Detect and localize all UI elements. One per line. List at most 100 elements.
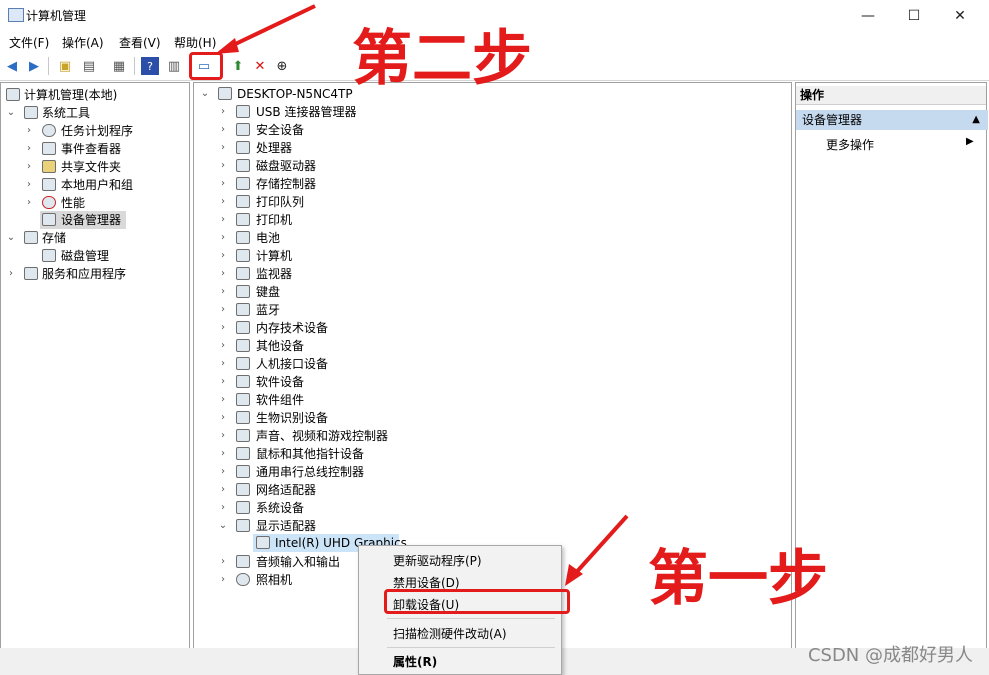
device-category-icon <box>236 447 250 460</box>
menu-action[interactable]: 操作(A) <box>62 34 104 51</box>
chevron-right-icon[interactable]: › <box>218 157 228 175</box>
chevron-right-icon[interactable]: › <box>218 121 228 139</box>
device-category[interactable]: › 生物识别设备 <box>218 409 478 427</box>
tree-item-computer-management[interactable]: 计算机管理(本地) <box>6 86 184 104</box>
chevron-right-icon[interactable]: › <box>218 139 228 157</box>
tree-item-shared-folders[interactable]: › 共享文件夹 <box>24 158 184 176</box>
device-category[interactable]: › 鼠标和其他指针设备 <box>218 445 478 463</box>
chevron-right-icon[interactable]: › <box>24 176 34 194</box>
chevron-right-icon[interactable]: › <box>218 301 228 319</box>
menu-view[interactable]: 查看(V) <box>119 34 161 51</box>
chevron-right-icon[interactable]: › <box>218 337 228 355</box>
device-category[interactable]: › 内存技术设备 <box>218 319 478 337</box>
ctx-properties[interactable]: 属性(R) <box>393 653 437 670</box>
device-category[interactable]: › 存储控制器 <box>218 175 478 193</box>
chevron-right-icon[interactable]: › <box>218 409 228 427</box>
chevron-right-icon[interactable]: › <box>218 463 228 481</box>
chevron-right-icon[interactable]: › <box>218 247 228 265</box>
chevron-right-icon[interactable]: › <box>218 373 228 391</box>
up-folder-icon[interactable]: ▣ <box>56 57 74 75</box>
minimize-button[interactable]: — <box>845 0 891 31</box>
chevron-right-icon[interactable]: › <box>218 265 228 283</box>
chevron-down-icon[interactable]: ⌄ <box>6 104 16 122</box>
action-pane-icon[interactable]: ▥ <box>165 57 183 75</box>
chevron-right-icon[interactable]: › <box>218 319 228 337</box>
forward-icon[interactable]: ▶ <box>25 57 43 75</box>
storage-icon <box>24 231 38 244</box>
chevron-down-icon[interactable]: ⌄ <box>200 85 210 103</box>
actions-header: 操作 <box>796 86 986 105</box>
chevron-right-icon[interactable]: › <box>218 355 228 373</box>
ctx-update-driver[interactable]: 更新驱动程序(P) <box>393 552 482 569</box>
chevron-right-icon[interactable]: › <box>24 158 34 176</box>
device-category[interactable]: › 通用串行总线控制器 <box>218 463 478 481</box>
device-category-icon <box>236 123 250 136</box>
tree-item-task-scheduler[interactable]: › 任务计划程序 <box>24 122 184 140</box>
device-category-icon <box>236 501 250 514</box>
chevron-right-icon[interactable]: › <box>218 391 228 409</box>
device-category[interactable]: › 系统设备 <box>218 499 478 517</box>
chevron-down-icon[interactable]: ⌄ <box>218 517 228 535</box>
tree-item-disk-management[interactable]: 磁盘管理 <box>42 247 182 265</box>
tree-item-local-users[interactable]: › 本地用户和组 <box>24 176 184 194</box>
tree-item-event-viewer[interactable]: › 事件查看器 <box>24 140 184 158</box>
ctx-scan-hardware[interactable]: 扫描检测硬件改动(A) <box>393 625 507 642</box>
collapse-icon[interactable]: ▲ <box>972 110 980 130</box>
device-category[interactable]: › 电池 <box>218 229 478 247</box>
device-category[interactable]: › 键盘 <box>218 283 478 301</box>
chevron-right-icon[interactable]: › <box>218 553 228 571</box>
properties-icon[interactable]: ▦ <box>110 57 128 75</box>
tree-item-services-apps[interactable]: › 服务和应用程序 <box>6 265 184 283</box>
device-category[interactable]: › 计算机 <box>218 247 478 265</box>
chevron-right-icon[interactable]: › <box>218 445 228 463</box>
chevron-right-icon[interactable]: › <box>218 427 228 445</box>
chevron-right-icon[interactable]: › <box>24 122 34 140</box>
toolbar-separator <box>48 57 49 75</box>
chevron-right-icon[interactable]: › <box>218 571 228 589</box>
device-category[interactable]: › 其他设备 <box>218 337 478 355</box>
chevron-right-icon[interactable]: › <box>218 229 228 247</box>
chevron-right-icon[interactable]: › <box>218 211 228 229</box>
device-category[interactable]: › 处理器 <box>218 139 478 157</box>
annotation-box-uninstall <box>384 589 570 614</box>
chevron-right-icon[interactable]: › <box>24 194 34 212</box>
device-category[interactable]: › 网络适配器 <box>218 481 478 499</box>
device-category[interactable]: ⌄ 显示适配器 <box>218 517 478 535</box>
help-icon[interactable]: ? <box>141 57 159 75</box>
device-category[interactable]: › 安全设备 <box>218 121 478 139</box>
device-category[interactable]: › 人机接口设备 <box>218 355 478 373</box>
submenu-arrow-icon: ▶ <box>966 136 974 147</box>
close-button[interactable]: ✕ <box>937 0 983 31</box>
device-category[interactable]: › 监视器 <box>218 265 478 283</box>
device-category-icon <box>236 465 250 478</box>
device-category-icon <box>236 339 250 352</box>
device-category[interactable]: › 磁盘驱动器 <box>218 157 478 175</box>
device-category[interactable]: › 软件设备 <box>218 373 478 391</box>
show-hide-tree-icon[interactable]: ▤ <box>80 57 98 75</box>
chevron-right-icon[interactable]: › <box>218 481 228 499</box>
tree-item-performance[interactable]: › 性能 <box>24 194 184 212</box>
chevron-right-icon[interactable]: › <box>218 499 228 517</box>
device-category[interactable]: › USB 连接器管理器 <box>218 103 478 121</box>
actions-section-device-manager[interactable]: 设备管理器 ▲ <box>796 110 988 130</box>
chevron-down-icon[interactable]: ⌄ <box>6 229 16 247</box>
more-actions[interactable]: 更多操作 <box>826 136 874 153</box>
device-category[interactable]: › 蓝牙 <box>218 301 478 319</box>
chevron-right-icon[interactable]: › <box>218 193 228 211</box>
device-category[interactable]: › 打印机 <box>218 211 478 229</box>
device-category[interactable]: › 打印队列 <box>218 193 478 211</box>
chevron-right-icon[interactable]: › <box>218 175 228 193</box>
chevron-right-icon[interactable]: › <box>218 283 228 301</box>
chevron-right-icon[interactable]: › <box>218 103 228 121</box>
chevron-right-icon[interactable]: › <box>6 265 16 283</box>
tree-item-system-tools[interactable]: ⌄ 系统工具 <box>6 104 184 122</box>
back-icon[interactable]: ◀ <box>3 57 21 75</box>
menu-file[interactable]: 文件(F) <box>9 34 49 51</box>
device-category[interactable]: › 声音、视频和游戏控制器 <box>218 427 478 445</box>
chevron-right-icon[interactable]: › <box>24 140 34 158</box>
maximize-button[interactable]: ☐ <box>891 0 937 31</box>
device-category[interactable]: › 软件组件 <box>218 391 478 409</box>
tree-item-device-manager[interactable]: 设备管理器 <box>40 211 126 229</box>
computer-icon <box>218 87 232 100</box>
tree-item-storage[interactable]: ⌄ 存储 <box>6 229 184 247</box>
